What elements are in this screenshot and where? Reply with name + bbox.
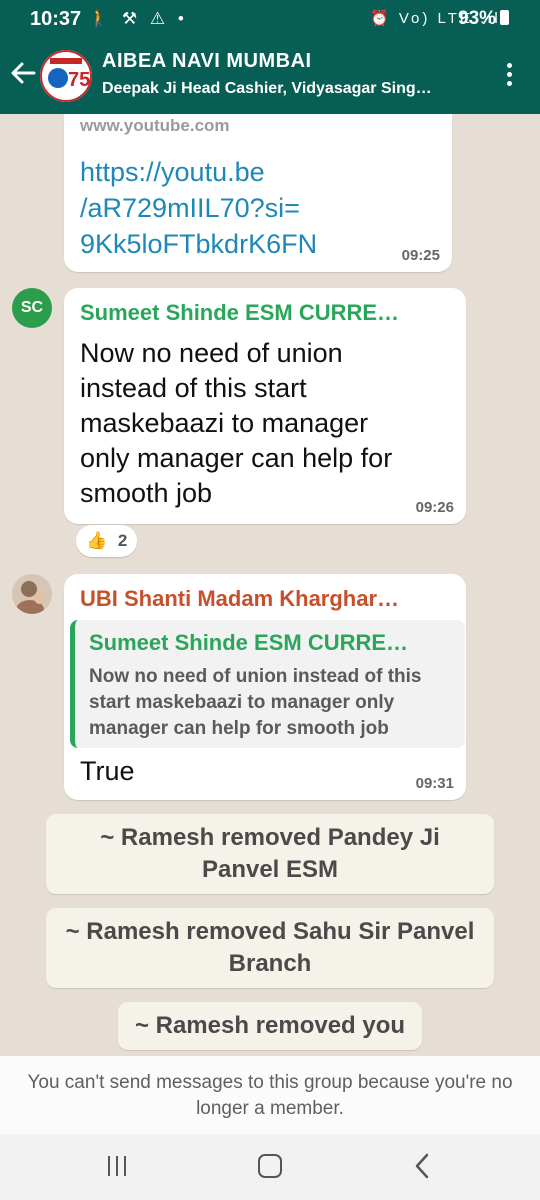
thumbs-up-icon: 👍	[86, 531, 108, 550]
reaction-count: 2	[117, 531, 128, 550]
message-text: True	[80, 756, 135, 786]
back-arrow-icon[interactable]	[8, 58, 38, 88]
system-line: ~ Ramesh removed you	[134, 1012, 406, 1039]
battery-percent: 93%	[458, 8, 497, 29]
message-line: maskebaazi to manager	[80, 408, 369, 438]
message-line: smooth job	[80, 478, 213, 508]
group-members-subtitle[interactable]: Deepak Ji Head Cashier, Vidyasagar Sing…	[102, 80, 482, 98]
group-title[interactable]: AIBEA NAVI MUMBAI	[102, 50, 312, 73]
message-text: Now no need of union instead of this sta…	[80, 336, 392, 511]
message-line: only manager can help for	[80, 443, 393, 473]
message-time: 09:26	[415, 499, 454, 516]
link-line: /aR729mIIL70?si=	[80, 193, 300, 223]
status-time: 10:37	[30, 8, 82, 30]
home-icon[interactable]	[258, 1154, 282, 1178]
message-link[interactable]: https://youtu.be /aR729mIIL70?si= 9Kk5lo…	[80, 154, 317, 262]
nav-back-icon[interactable]	[410, 1152, 434, 1180]
no-longer-member-notice: You can't send messages to this group be…	[0, 1056, 540, 1134]
reaction-badge[interactable]: 👍 2	[76, 525, 138, 557]
chat-area[interactable]: www.youtube.com https://youtu.be /aR729m…	[0, 114, 540, 1056]
message-bubble[interactable]: Sumeet Shinde ESM CURRE… Now no need of …	[64, 288, 466, 524]
quoted-line: manager can help for smooth job	[89, 718, 389, 739]
system-message: ~ Ramesh removed Pandey Ji Panvel ESM	[46, 814, 494, 894]
quoted-message[interactable]: Sumeet Shinde ESM CURRE… Now no need of …	[70, 620, 465, 748]
battery-icon	[500, 10, 510, 25]
system-line: ~ Ramesh removed Pandey Ji	[100, 824, 440, 851]
message-sender[interactable]: Sumeet Shinde ESM CURRE…	[80, 300, 450, 326]
sender-avatar[interactable]: SC	[12, 288, 52, 328]
aibea-logo-icon: 75	[40, 50, 92, 102]
quoted-line: start maskebaazi to manager only	[89, 692, 395, 713]
quoted-text: Now no need of union instead of this sta…	[89, 664, 449, 742]
message-bubble-reply[interactable]: UBI Shanti Madam Kharghar… Sumeet Shinde…	[64, 574, 466, 800]
link-line: 9Kk5loFTbkdrK6FN	[80, 229, 318, 259]
message-sender[interactable]: UBI Shanti Madam Kharghar…	[80, 586, 450, 612]
system-line: Branch	[228, 950, 312, 977]
sender-avatar-photo[interactable]	[12, 574, 52, 614]
message-time: 09:31	[415, 775, 454, 792]
chat-header: 75 AIBEA NAVI MUMBAI Deepak Ji Head Cash…	[0, 38, 540, 114]
system-message: ~ Ramesh removed Sahu Sir Panvel Branch	[46, 908, 494, 988]
link-preview-domain: www.youtube.com	[80, 116, 230, 135]
battery-indicator: 93%	[458, 8, 510, 30]
footer-notice-text: You can't send messages to this group be…	[27, 1072, 513, 1119]
message-line: instead of this start	[80, 373, 307, 403]
quoted-line: Now no need of union instead of this	[89, 666, 422, 687]
svg-text:75: 75	[68, 69, 90, 91]
link-line: https://youtu.be	[80, 157, 265, 187]
message-time: 09:25	[401, 247, 440, 264]
system-line: ~ Ramesh removed Sahu Sir Panvel	[65, 918, 475, 945]
system-message: ~ Ramesh removed you	[118, 1002, 422, 1050]
message-bubble-link[interactable]: www.youtube.com https://youtu.be /aR729m…	[64, 114, 452, 272]
recent-apps-icon[interactable]	[108, 1156, 132, 1176]
status-bar: 10:37 🚶 ⚒ ⚠ • ⏰ Vo) LTE .ıl 93%	[0, 0, 540, 38]
status-notification-icons: 🚶 ⚒ ⚠ •	[88, 9, 188, 28]
quoted-sender: Sumeet Shinde ESM CURRE…	[89, 630, 409, 655]
system-navigation-bar	[0, 1134, 540, 1200]
group-avatar[interactable]: 75	[40, 50, 92, 102]
profile-photo-icon	[12, 574, 52, 614]
system-line: Panvel ESM	[201, 856, 339, 883]
message-line: Now no need of union	[80, 338, 343, 368]
more-options-icon[interactable]	[500, 60, 518, 92]
